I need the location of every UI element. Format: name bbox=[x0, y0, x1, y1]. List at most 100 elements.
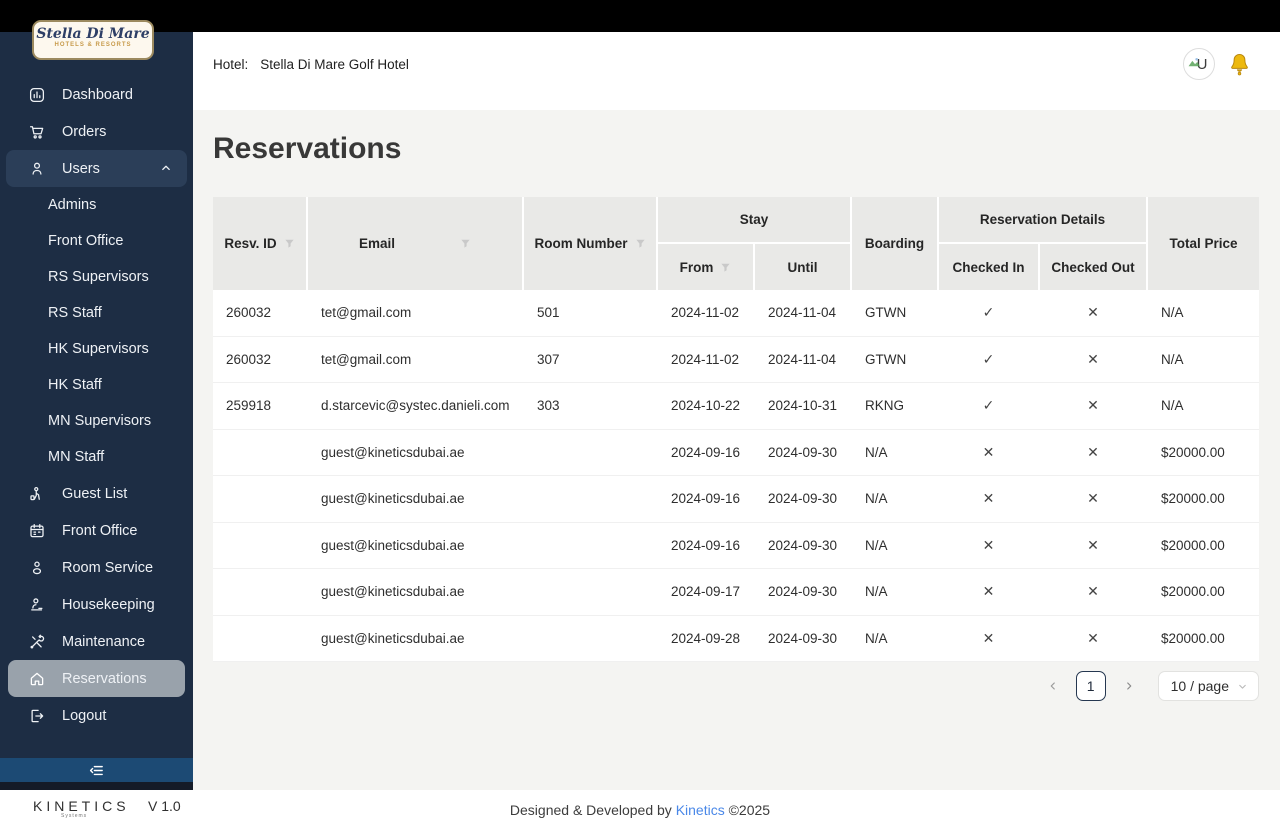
cell-until: 2024-09-30 bbox=[755, 430, 850, 476]
filter-icon[interactable] bbox=[284, 238, 295, 249]
cell-resv-id bbox=[213, 523, 306, 569]
header-bar: Hotel:Stella Di Mare Golf Hotel U bbox=[193, 32, 1280, 110]
sidebar-item-housekeeping[interactable]: Housekeeping bbox=[0, 586, 193, 623]
sidebar-subitem-front-office[interactable]: Front Office bbox=[0, 223, 193, 259]
col-from: From bbox=[658, 244, 753, 290]
sidebar-item-front-office[interactable]: Front Office bbox=[0, 512, 193, 549]
checked-in-icon: ✕ bbox=[939, 569, 1038, 615]
cell-until: 2024-09-30 bbox=[755, 523, 850, 569]
menu-fold-icon bbox=[88, 762, 105, 779]
footer-credit-suffix: ©2025 bbox=[725, 802, 770, 818]
col-label: Room Number bbox=[534, 236, 627, 251]
cell-from: 2024-11-02 bbox=[658, 337, 753, 383]
sidebar-subitem-mn-supervisors[interactable]: MN Supervisors bbox=[0, 403, 193, 439]
checked-out-icon: ✕ bbox=[1040, 476, 1146, 522]
sidebar-item-room-service[interactable]: Room Service bbox=[0, 549, 193, 586]
user-avatar[interactable]: U bbox=[1183, 48, 1215, 80]
calendar-icon bbox=[28, 522, 46, 540]
page-title: Reservations bbox=[213, 132, 401, 166]
col-label: Boarding bbox=[865, 236, 924, 251]
col-room-number: Room Number bbox=[524, 197, 656, 290]
cell-boarding: GTWN bbox=[852, 337, 937, 383]
sidebar-subitem-rs-supervisors[interactable]: RS Supervisors bbox=[0, 259, 193, 295]
footer-credit-prefix: Designed & Developed by bbox=[510, 802, 676, 818]
table-row: guest@kineticsdubai.ae 2024-09-17 2024-0… bbox=[213, 569, 1259, 616]
sidebar-subitem-label: MN Supervisors bbox=[48, 413, 151, 429]
sidebar-subitem-rs-staff[interactable]: RS Staff bbox=[0, 295, 193, 331]
cell-from: 2024-09-16 bbox=[658, 430, 753, 476]
col-label: Email bbox=[359, 236, 395, 251]
checked-out-icon: ✕ bbox=[1040, 569, 1146, 615]
sidebar-subitem-hk-supervisors[interactable]: HK Supervisors bbox=[0, 331, 193, 367]
col-label: Reservation Details bbox=[980, 212, 1105, 227]
cell-room: 501 bbox=[524, 290, 656, 336]
col-label: Resv. ID bbox=[224, 236, 276, 251]
col-resv-id: Resv. ID bbox=[213, 197, 306, 290]
sidebar-subitem-admins[interactable]: Admins bbox=[0, 187, 193, 223]
sidebar-item-label: Orders bbox=[62, 124, 106, 140]
sidebar-item-reservations[interactable]: Reservations bbox=[8, 660, 185, 697]
page-size-select[interactable]: 10 / page bbox=[1158, 671, 1259, 701]
sidebar-item-guest-list[interactable]: Guest List bbox=[0, 475, 193, 512]
cell-from: 2024-09-28 bbox=[658, 616, 753, 662]
checked-out-icon: ✕ bbox=[1040, 430, 1146, 476]
cell-room bbox=[524, 616, 656, 662]
table-row: 260032 tet@gmail.com 307 2024-11-02 2024… bbox=[213, 337, 1259, 384]
filter-icon[interactable] bbox=[720, 262, 731, 273]
col-label: From bbox=[680, 260, 714, 275]
sidebar-item-label: Logout bbox=[62, 708, 106, 724]
sidebar-subitem-hk-staff[interactable]: HK Staff bbox=[0, 367, 193, 403]
cell-until: 2024-11-04 bbox=[755, 290, 850, 336]
dashboard-icon bbox=[28, 86, 46, 104]
checked-in-icon: ✕ bbox=[939, 476, 1038, 522]
cell-resv-id: 259918 bbox=[213, 383, 306, 429]
footer-credit: Designed & Developed by Kinetics ©2025 bbox=[0, 802, 1280, 818]
col-label: Until bbox=[788, 260, 818, 275]
sidebar-item-label: Maintenance bbox=[62, 634, 145, 650]
footer: KINETICSSystems V 1.0 Designed & Develop… bbox=[0, 790, 1280, 831]
checked-out-icon: ✕ bbox=[1040, 383, 1146, 429]
sidebar-collapse-bar[interactable] bbox=[0, 758, 193, 782]
checked-in-icon: ✓ bbox=[939, 290, 1038, 336]
sidebar-subitem-label: Admins bbox=[48, 197, 96, 213]
sidebar-item-dashboard[interactable]: Dashboard bbox=[0, 76, 193, 113]
cell-until: 2024-10-31 bbox=[755, 383, 850, 429]
cell-total: $20000.00 bbox=[1148, 616, 1259, 662]
sidebar-item-orders[interactable]: Orders bbox=[0, 113, 193, 150]
checked-out-icon: ✕ bbox=[1040, 290, 1146, 336]
next-page-button[interactable] bbox=[1116, 673, 1142, 699]
room-service-icon bbox=[28, 559, 46, 577]
cart-icon bbox=[28, 123, 46, 141]
page-size-value: 10 / page bbox=[1171, 678, 1229, 694]
cell-boarding: N/A bbox=[852, 523, 937, 569]
filter-icon[interactable] bbox=[635, 238, 646, 249]
cell-room bbox=[524, 523, 656, 569]
cell-room bbox=[524, 430, 656, 476]
checked-in-icon: ✓ bbox=[939, 383, 1038, 429]
col-until: Until bbox=[755, 244, 850, 290]
col-boarding: Boarding bbox=[852, 197, 937, 290]
kinetics-link[interactable]: Kinetics bbox=[676, 802, 725, 818]
cell-email: tet@gmail.com bbox=[308, 337, 522, 383]
prev-page-button[interactable] bbox=[1040, 673, 1066, 699]
sidebar-item-maintenance[interactable]: Maintenance bbox=[0, 623, 193, 660]
sidebar-subitem-label: HK Supervisors bbox=[48, 341, 149, 357]
checked-out-icon: ✕ bbox=[1040, 523, 1146, 569]
reservations-table: Resv. ID Email Room Number Stay From Unt… bbox=[213, 197, 1259, 662]
cell-total: N/A bbox=[1148, 337, 1259, 383]
cell-resv-id: 260032 bbox=[213, 290, 306, 336]
image-placeholder-icon bbox=[1188, 57, 1201, 68]
cell-total: $20000.00 bbox=[1148, 569, 1259, 615]
sidebar-item-logout[interactable]: Logout bbox=[0, 697, 193, 734]
cell-total: N/A bbox=[1148, 290, 1259, 336]
filter-icon[interactable] bbox=[460, 238, 471, 249]
chevron-left-icon bbox=[1047, 680, 1059, 692]
sidebar-item-users[interactable]: Users bbox=[6, 150, 187, 187]
sidebar-subitem-label: RS Staff bbox=[48, 305, 102, 321]
notification-bell-icon[interactable] bbox=[1228, 52, 1252, 78]
cell-email: guest@kineticsdubai.ae bbox=[308, 523, 522, 569]
hotel-logo-name: Stella Di Mare bbox=[34, 26, 152, 42]
table-row: 260032 tet@gmail.com 501 2024-11-02 2024… bbox=[213, 290, 1259, 337]
sidebar-subitem-mn-staff[interactable]: MN Staff bbox=[0, 439, 193, 475]
page-number-button[interactable]: 1 bbox=[1076, 671, 1106, 701]
